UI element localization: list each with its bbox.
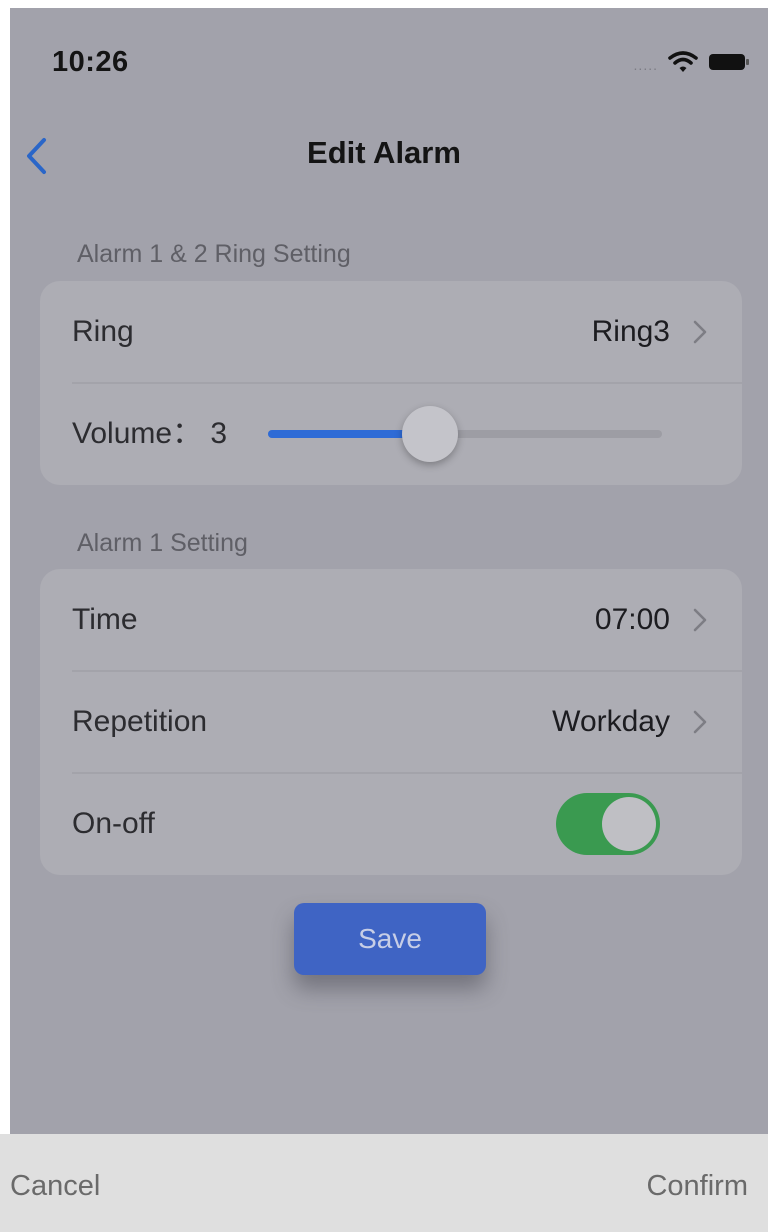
volume-label: Volume： 3 [72, 383, 227, 485]
onoff-label: On-off [72, 807, 155, 840]
onoff-row: On-off [40, 773, 742, 875]
volume-value: 3 [210, 417, 228, 450]
repetition-value: Workday [552, 705, 670, 738]
time-value: 07:00 [594, 603, 670, 636]
section-header-alarm1: Alarm 1 Setting [77, 529, 248, 557]
slider-thumb[interactable] [401, 406, 458, 462]
save-button[interactable]: Save [294, 903, 486, 975]
status-icons: ..... [634, 50, 750, 74]
cancel-button[interactable]: Cancel [10, 1134, 100, 1232]
ring-value: Ring3 [591, 315, 670, 348]
chevron-right-icon [693, 710, 707, 734]
battery-icon [709, 54, 749, 70]
time-label: Time [72, 603, 138, 636]
picker-action-bar: Cancel Confirm [0, 1134, 768, 1232]
ring-label: Ring [72, 315, 134, 348]
onoff-toggle[interactable] [556, 793, 660, 855]
page-title: Edit Alarm [307, 135, 461, 170]
volume-row: Volume： 3 [40, 383, 742, 485]
chevron-right-icon [693, 320, 707, 344]
status-time: 10:26 [52, 46, 129, 78]
toggle-knob [602, 797, 656, 851]
ring-row[interactable]: Ring Ring3 [40, 281, 742, 383]
volume-label-text: Volume： [72, 417, 203, 450]
volume-slider[interactable] [268, 406, 662, 462]
repetition-row[interactable]: Repetition Workday [40, 671, 742, 773]
screen: 10:26 ..... Edit Alarm Alarm 1 & 2 Ring … [0, 0, 768, 1232]
repetition-label: Repetition [72, 705, 208, 738]
wifi-icon [668, 51, 698, 72]
section-header-ring: Alarm 1 & 2 Ring Setting [77, 240, 351, 268]
chevron-right-icon [693, 608, 707, 632]
ring-settings-card: Ring Ring3 Volume： 3 [40, 281, 742, 485]
confirm-button[interactable]: Confirm [646, 1134, 748, 1232]
time-row[interactable]: Time 07:00 [40, 569, 742, 671]
alarm1-settings-card: Time 07:00 Repetition Workday On-off [40, 569, 742, 875]
signal-dots: ..... [633, 57, 658, 73]
